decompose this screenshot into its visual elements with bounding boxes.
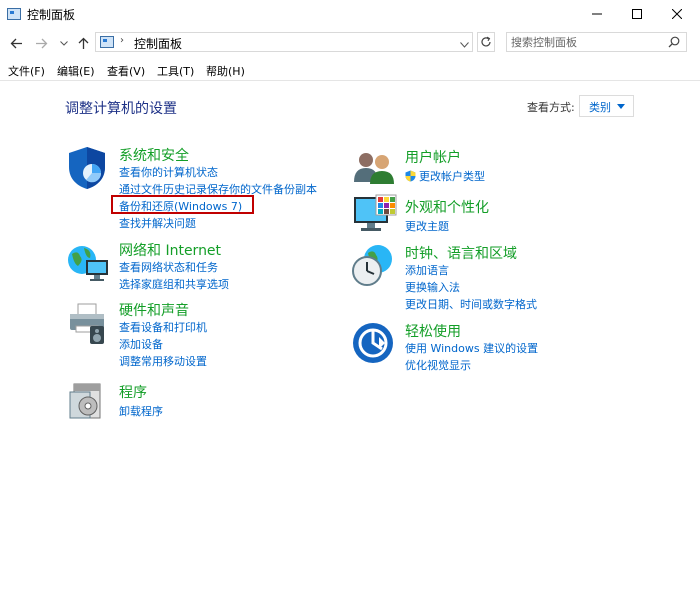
monitor-palette-icon[interactable] bbox=[352, 193, 398, 240]
forward-button[interactable] bbox=[33, 34, 49, 52]
link-change-theme[interactable]: 更改主题 bbox=[405, 218, 449, 234]
control-panel-icon bbox=[100, 36, 114, 48]
link-view-network-status[interactable]: 查看网络状态和任务 bbox=[119, 259, 218, 275]
maximize-icon bbox=[632, 9, 642, 19]
category-appearance-and-personalization[interactable]: 外观和个性化 bbox=[405, 197, 489, 217]
menu-view[interactable]: 查看(V) bbox=[107, 63, 145, 79]
chevron-down-icon bbox=[60, 40, 68, 46]
forward-arrow-icon bbox=[35, 38, 47, 48]
minimize-icon bbox=[592, 13, 602, 15]
shield-icon[interactable] bbox=[66, 145, 108, 194]
search-box[interactable] bbox=[506, 32, 687, 52]
menu-edit[interactable]: 编辑(E) bbox=[57, 63, 95, 79]
highlight-box bbox=[111, 195, 254, 214]
refresh-button[interactable] bbox=[477, 32, 495, 52]
breadcrumb-chevron-icon[interactable]: › bbox=[120, 35, 124, 46]
view-by-value[interactable]: 类别 bbox=[589, 99, 611, 115]
up-button[interactable] bbox=[75, 34, 91, 52]
network-globe-icon[interactable] bbox=[66, 240, 110, 287]
category-ease-of-access[interactable]: 轻松使用 bbox=[405, 321, 461, 341]
printer-icon[interactable] bbox=[66, 300, 110, 349]
link-change-account-type[interactable]: 更改帐户类型 bbox=[405, 168, 485, 184]
up-arrow-icon bbox=[78, 37, 88, 49]
menu-help[interactable]: 帮助(H) bbox=[206, 63, 245, 79]
link-devices-and-printers[interactable]: 查看设备和打印机 bbox=[119, 319, 207, 335]
link-uninstall-program[interactable]: 卸载程序 bbox=[119, 403, 163, 419]
link-windows-recommended-settings[interactable]: 使用 Windows 建议的设置 bbox=[405, 340, 538, 356]
window-title: 控制面板 bbox=[27, 8, 76, 22]
dropdown-arrow-icon[interactable] bbox=[617, 104, 625, 109]
link-change-date-time-format[interactable]: 更改日期、时间或数字格式 bbox=[405, 296, 537, 312]
link-homegroup-sharing[interactable]: 选择家庭组和共享选项 bbox=[119, 276, 229, 292]
link-add-device[interactable]: 添加设备 bbox=[119, 336, 163, 352]
category-clock-language-region[interactable]: 时钟、语言和区域 bbox=[405, 243, 517, 263]
recent-locations-button[interactable] bbox=[58, 34, 70, 52]
link-view-computer-status[interactable]: 查看你的计算机状态 bbox=[119, 164, 218, 180]
control-panel-icon bbox=[7, 8, 21, 20]
view-by-label: 查看方式: bbox=[527, 101, 575, 114]
breadcrumb-location[interactable]: 控制面板 bbox=[134, 35, 182, 52]
refresh-icon bbox=[481, 36, 491, 47]
uac-shield-icon bbox=[405, 170, 416, 182]
title-bar: 控制面板 bbox=[0, 0, 700, 28]
address-dropdown-button[interactable] bbox=[460, 37, 469, 51]
link-change-input-method[interactable]: 更换输入法 bbox=[405, 279, 460, 295]
category-hardware-and-sound[interactable]: 硬件和声音 bbox=[119, 300, 189, 320]
ease-of-access-icon[interactable] bbox=[352, 322, 394, 367]
menu-file[interactable]: 文件(F) bbox=[8, 63, 45, 79]
link-optimize-visual-display[interactable]: 优化视觉显示 bbox=[405, 357, 471, 373]
link-change-account-type-text[interactable]: 更改帐户类型 bbox=[419, 170, 485, 183]
category-programs[interactable]: 程序 bbox=[119, 382, 147, 402]
view-by-dropdown[interactable]: 类别 bbox=[579, 95, 634, 117]
search-input[interactable] bbox=[511, 34, 661, 50]
menu-tools[interactable]: 工具(T) bbox=[157, 63, 194, 79]
category-network-and-internet[interactable]: 网络和 Internet bbox=[119, 240, 221, 260]
back-button[interactable] bbox=[8, 34, 24, 52]
link-troubleshoot[interactable]: 查找并解决问题 bbox=[119, 215, 196, 231]
link-mobility-settings[interactable]: 调整常用移动设置 bbox=[119, 353, 207, 369]
close-icon bbox=[672, 9, 682, 19]
chevron-down-icon bbox=[460, 42, 469, 48]
page-title: 调整计算机的设置 bbox=[65, 101, 177, 117]
category-system-and-security[interactable]: 系统和安全 bbox=[119, 145, 189, 165]
control-panel-window: 控制面板 › 控制面板 搜索控制面板 文件(F) 编辑(E) 查看(V) 工具(… bbox=[0, 0, 700, 605]
back-arrow-icon bbox=[10, 38, 22, 48]
link-add-language[interactable]: 添加语言 bbox=[405, 262, 449, 278]
category-user-accounts[interactable]: 用户帐户 bbox=[405, 147, 461, 167]
menu-bar: 文件(F) 编辑(E) 查看(V) 工具(T) 帮助(H) bbox=[0, 60, 700, 81]
search-icon[interactable] bbox=[668, 36, 680, 51]
address-bar[interactable]: › 控制面板 bbox=[95, 32, 473, 52]
close-button[interactable] bbox=[654, 0, 700, 28]
users-icon[interactable] bbox=[352, 150, 396, 189]
programs-icon[interactable] bbox=[66, 380, 106, 425]
clock-globe-icon[interactable] bbox=[350, 243, 396, 292]
